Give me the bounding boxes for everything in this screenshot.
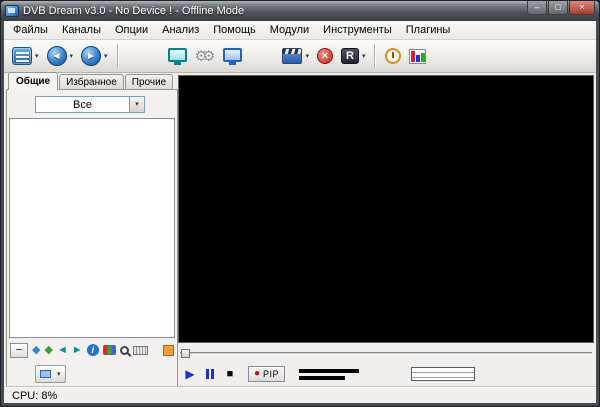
- menu-help[interactable]: Помощь: [206, 22, 263, 39]
- pip-record-button[interactable]: ● PIP: [248, 366, 286, 382]
- chevron-down-icon: ▾: [69, 53, 74, 60]
- combo-selected-value: Все: [73, 98, 92, 111]
- channel-list-button[interactable]: ▾: [8, 43, 43, 70]
- forward-icon: ►: [81, 46, 102, 66]
- close-button[interactable]: ×: [569, 1, 595, 15]
- gears-icon: ⚙⚙: [194, 48, 216, 65]
- move-up-icon[interactable]: ◄: [57, 343, 68, 357]
- pip-label: PIP: [263, 369, 280, 379]
- chevron-down-icon[interactable]: ▾: [129, 97, 144, 112]
- film-icon: [282, 48, 303, 64]
- chevron-down-icon: ▾: [305, 53, 309, 60]
- palette-icon[interactable]: [102, 345, 116, 355]
- monitor-icon: [40, 370, 51, 378]
- monitor-icon: [167, 47, 187, 65]
- video-area[interactable]: [178, 75, 594, 343]
- window-controls: – □ ×: [527, 1, 595, 15]
- menubar: Файлы Каналы Опции Анализ Помощь Модули …: [4, 21, 596, 40]
- maximize-button[interactable]: □: [548, 1, 568, 15]
- minimize-button[interactable]: –: [527, 1, 547, 15]
- play-button[interactable]: ▶: [180, 365, 200, 383]
- tab-favorites[interactable]: Избранное: [59, 74, 124, 90]
- pause-button[interactable]: [200, 365, 220, 383]
- toolbar-separator: [374, 44, 377, 68]
- chevron-down-icon: ▾: [35, 53, 39, 60]
- back-button[interactable]: ◄ ▾: [43, 43, 78, 70]
- channel-list-icon: [12, 47, 32, 65]
- menu-analysis[interactable]: Анализ: [155, 22, 206, 39]
- sidebar-panel: Все ▾ − ◆ ◆ ◄ ► i ▾: [6, 89, 178, 387]
- scheduler-button[interactable]: [381, 43, 405, 70]
- record-icon: R: [340, 48, 359, 64]
- play-icon: ▶: [185, 367, 195, 381]
- channel-list[interactable]: [9, 118, 175, 338]
- stop-icon: ■: [226, 368, 234, 380]
- favorite-channels-icon[interactable]: ◆: [44, 343, 52, 357]
- chevron-down-icon: ▾: [104, 53, 108, 60]
- app-icon: [5, 5, 19, 17]
- record-button[interactable]: R ▾: [337, 43, 370, 70]
- cpu-usage-label: CPU: 8%: [12, 389, 58, 402]
- channel-sidebar: Общие Избранное Прочие Все ▾ − ◆ ◆ ◄ ► i: [6, 72, 178, 387]
- stopwatch-icon: [385, 48, 402, 64]
- sidebar-toolbar: − ◆ ◆ ◄ ► i: [9, 340, 175, 360]
- menu-options[interactable]: Опции: [108, 22, 155, 39]
- delete-icon: ×: [316, 48, 333, 64]
- view-mode-button[interactable]: ▾: [35, 365, 66, 383]
- sidebar-toolbar-2: ▾: [9, 364, 175, 384]
- forward-button[interactable]: ► ▾: [77, 43, 112, 70]
- seek-handle[interactable]: [181, 349, 190, 358]
- keyboard-icon[interactable]: [132, 345, 148, 355]
- sort-channels-icon[interactable]: ◆: [32, 343, 40, 357]
- display-settings-button[interactable]: [219, 43, 246, 70]
- app-window: DVB Dream v3.0 - No Device ! - Offline M…: [0, 0, 600, 407]
- menu-modules[interactable]: Модули: [263, 22, 316, 39]
- signal-meter: [299, 368, 360, 380]
- move-down-icon[interactable]: ►: [72, 343, 83, 357]
- pause-icon: [206, 369, 214, 379]
- seek-track[interactable]: [180, 352, 592, 355]
- record-dot-icon: ●: [254, 368, 261, 379]
- signal-level-bar: [299, 368, 360, 373]
- menu-plugins[interactable]: Плагины: [399, 22, 458, 39]
- tab-other[interactable]: Прочие: [124, 74, 174, 90]
- sidebar-tabs: Общие Избранное Прочие: [8, 72, 178, 90]
- seek-bar[interactable]: [180, 349, 592, 358]
- quality-level-bar: [299, 375, 346, 380]
- main-toolbar: ▾ ◄ ▾ ► ▾ ⚙⚙ ▾ × R ▾: [4, 40, 596, 73]
- oscilloscope-box: [411, 367, 476, 381]
- fullscreen-button[interactable]: [164, 43, 191, 70]
- collapse-button[interactable]: −: [10, 342, 28, 358]
- chevron-down-icon: ▾: [361, 53, 366, 60]
- epg-icon[interactable]: [163, 344, 174, 356]
- channel-info-icon[interactable]: i: [86, 344, 99, 356]
- chevron-down-icon: ▾: [57, 371, 61, 378]
- menu-tools[interactable]: Инструменты: [316, 22, 399, 39]
- titlebar[interactable]: DVB Dream v3.0 - No Device ! - Offline M…: [1, 1, 599, 21]
- toolbar-separator: [116, 44, 119, 68]
- display-icon: [223, 47, 243, 65]
- client-area: Файлы Каналы Опции Анализ Помощь Модули …: [4, 21, 596, 403]
- statusbar: CPU: 8%: [4, 387, 596, 403]
- menu-files[interactable]: Файлы: [6, 22, 55, 39]
- tab-general[interactable]: Общие: [8, 72, 59, 90]
- back-icon: ◄: [46, 46, 67, 66]
- chart-icon: [409, 48, 427, 64]
- settings-button[interactable]: ⚙⚙: [191, 43, 220, 70]
- video-mode-button[interactable]: ▾: [278, 43, 313, 70]
- window-title: DVB Dream v3.0 - No Device ! - Offline M…: [23, 5, 245, 17]
- statistics-button[interactable]: [405, 43, 430, 70]
- channel-filter-combobox[interactable]: Все ▾: [35, 96, 145, 113]
- stop-button[interactable]: ■: [220, 365, 240, 383]
- menu-channels[interactable]: Каналы: [55, 22, 108, 39]
- playback-controls: ▶ ■ ● PIP: [180, 362, 592, 386]
- delete-button[interactable]: ×: [313, 43, 337, 70]
- search-icon[interactable]: [119, 345, 129, 355]
